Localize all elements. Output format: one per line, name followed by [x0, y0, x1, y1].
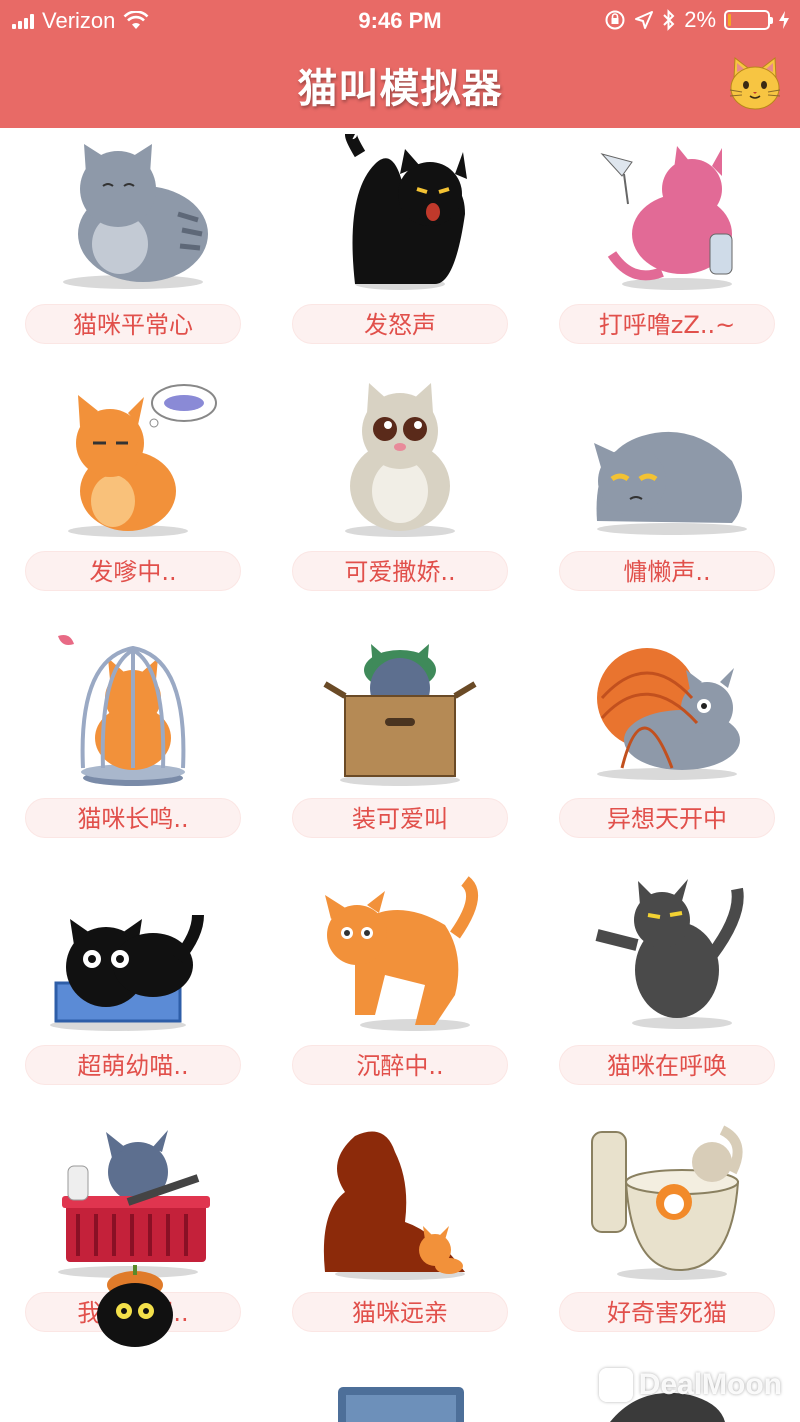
sound-cell[interactable]: 异想天开中 — [534, 622, 800, 869]
sound-label-button[interactable]: 猫咪平常心 — [25, 304, 241, 344]
sound-label-button[interactable]: 可爱撒娇.. — [292, 551, 508, 591]
sound-label-button[interactable]: 沉醉中.. — [292, 1045, 508, 1085]
cream-cat-cute-icon[interactable] — [315, 381, 485, 541]
watermark-text: DealMoon — [638, 1368, 782, 1401]
sound-cell[interactable]: 超萌幼喵.. — [0, 869, 266, 1116]
sound-label-button[interactable]: 发嗲中.. — [25, 551, 241, 591]
sound-cell[interactable]: 可爱撒娇.. — [266, 375, 534, 622]
watermark-logo-icon — [598, 1368, 633, 1402]
sound-label-button[interactable]: 超萌幼喵.. — [25, 1045, 241, 1085]
laptop-icon — [338, 1387, 464, 1422]
gray-cat-icon[interactable] — [48, 134, 218, 294]
location-icon — [635, 11, 654, 29]
status-right: 2% — [604, 7, 790, 33]
status-bar: Verizon 9:46 PM 2% — [0, 0, 800, 40]
sound-label-button[interactable]: 发怒声 — [292, 304, 508, 344]
sound-cell[interactable]: 发嗲中.. — [0, 375, 266, 622]
cat-face-emoji-icon[interactable] — [726, 54, 784, 112]
sound-label-button[interactable]: 猫咪在呼唤 — [559, 1045, 775, 1085]
cat-in-box-icon[interactable] — [315, 628, 485, 788]
dark-cat-reaching-icon[interactable] — [582, 875, 752, 1035]
orange-cat-dreaming-icon[interactable] — [48, 381, 218, 541]
black-cat-angry-icon[interactable] — [315, 134, 485, 294]
sound-cell[interactable]: 发怒声 — [266, 128, 534, 375]
sound-label-button[interactable]: 慵懒声.. — [559, 551, 775, 591]
sound-cell[interactable]: 慵懒声.. — [534, 375, 800, 622]
sound-cell[interactable]: 装可爱叫 — [266, 622, 534, 869]
sound-label-button[interactable]: 装可爱叫 — [292, 798, 508, 838]
orientation-lock-icon — [605, 10, 625, 30]
sound-label-button[interactable]: 异想天开中 — [559, 798, 775, 838]
battery-level-fill — [728, 14, 731, 26]
sound-grid: 猫咪平常心 发怒声 打呼噜zZ..~ 发嗲中.. 可爱撒娇.. 慵懒声.. 猫咪长鸣.. 装可… — [0, 128, 800, 1363]
charging-icon — [779, 11, 789, 29]
nav-bar: 猫叫模拟器 — [0, 40, 800, 128]
cat-in-cage-icon[interactable] — [48, 628, 218, 788]
battery-icon — [724, 10, 773, 30]
sound-label-button[interactable]: 打呼噜zZ..~ — [559, 304, 775, 344]
sound-cell[interactable]: 沉醉中.. — [266, 869, 534, 1116]
battery-percent: 2% — [684, 7, 716, 32]
sound-label-button[interactable]: 猫咪长鸣.. — [25, 798, 241, 838]
black-cat-litter-box-icon[interactable] — [48, 875, 218, 1035]
orange-cat-stretching-icon[interactable] — [315, 875, 485, 1035]
page-title: 猫叫模拟器 — [297, 66, 503, 112]
sound-cell[interactable]: 猫咪在呼唤 — [534, 869, 800, 1116]
sound-cell[interactable]: 猫咪长鸣.. — [0, 622, 266, 869]
black-cat-pumpkin-icon — [97, 1265, 173, 1347]
pink-cat-drinking-icon[interactable] — [582, 134, 752, 294]
watermark: DealMoon — [598, 1368, 782, 1402]
sound-cell[interactable]: 猫咪平常心 — [0, 128, 266, 375]
sound-cell[interactable]: 打呼噜zZ..~ — [534, 128, 800, 375]
gray-cat-lying-icon[interactable] — [582, 381, 752, 541]
cat-yarn-ball-icon[interactable] — [582, 628, 752, 788]
bluetooth-icon — [663, 9, 675, 31]
